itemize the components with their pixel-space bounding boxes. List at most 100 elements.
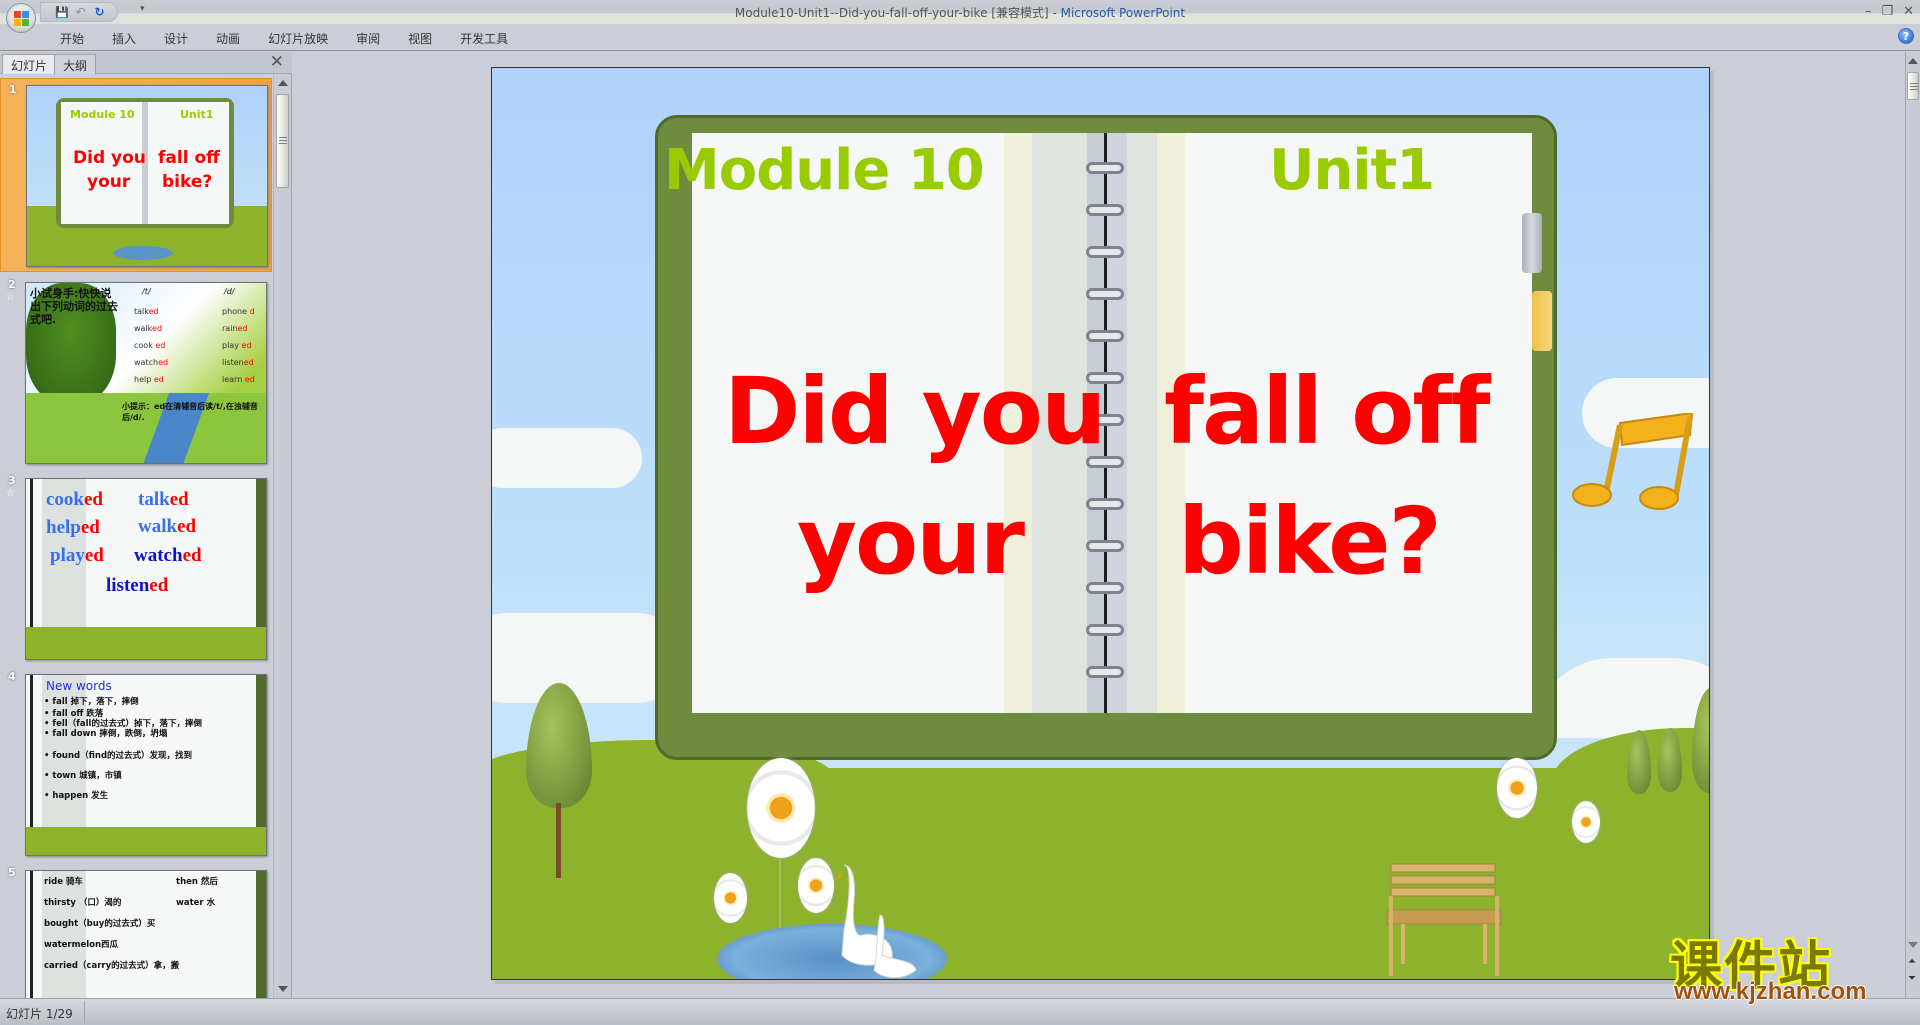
verb-item: walked (134, 320, 168, 337)
scroll-down-icon[interactable] (278, 986, 288, 992)
thumb-title-left-1: Did you (73, 148, 146, 168)
thumb-module: Module 10 (70, 108, 135, 121)
slide-preview: ride 骑车 thirsty （口）渴的 bought（buy的过去式）买 wate… (25, 870, 267, 998)
word-line: • fall 掉下，落下，摔倒 (44, 697, 139, 707)
ribbon-tabs: 开始 插入 设计 动画 幻灯片放映 审阅 视图 开发工具 (60, 30, 536, 47)
slide-thumbnail-5[interactable]: 5 ride 骑车 thirsty （口）渴的 bought（buy的过去式）买 wa… (0, 862, 272, 998)
verb-suffix: ed (158, 358, 169, 367)
slide-title-left-line2[interactable]: your (797, 488, 1025, 595)
col-t-header: /t/ (142, 287, 151, 296)
help-icon[interactable]: ? (1898, 28, 1914, 44)
verb-suffix: ed (153, 375, 164, 384)
verb-suffix: ed (84, 489, 103, 510)
flower-large (747, 758, 815, 858)
verb-word: helped (46, 517, 100, 539)
minimize-button[interactable]: – (1865, 4, 1872, 19)
word-line: bought（buy的过去式）买 (44, 919, 156, 929)
tab-outline[interactable]: 大纲 (54, 54, 97, 74)
spiral-ring (1086, 582, 1124, 594)
verb-item: rained (222, 320, 255, 337)
thumb-tip: 小提示：ed在清辅音后读/t/,在浊辅音后/d/. (122, 402, 258, 422)
verb-base: help (46, 517, 81, 538)
thumb-title-right-1: fall off (158, 148, 220, 168)
scroll-thumb[interactable] (276, 94, 289, 188)
flower (1572, 801, 1600, 843)
office-button[interactable] (6, 3, 36, 33)
tab-developer[interactable]: 开发工具 (460, 30, 508, 47)
verb-suffix: ed (237, 324, 248, 333)
slide-scrollbar[interactable]: ⏶ ⏷ (1905, 52, 1920, 998)
customize-toolbar-icon[interactable]: ▾ (140, 4, 145, 14)
cloud-left-low (492, 613, 682, 703)
slide-title-left-line1[interactable]: Did you (724, 358, 1106, 465)
slide-module-heading[interactable]: Module 10 (664, 138, 985, 203)
verb-item: play ed (222, 337, 255, 354)
spiral-ring (1086, 666, 1124, 678)
word-line: • happen 发生 (44, 791, 109, 801)
panel-tabs: 幻灯片 大纲 ✕ (0, 52, 292, 74)
verb-base: cook (46, 489, 84, 510)
scroll-up-icon[interactable] (1908, 58, 1918, 64)
close-panel-icon[interactable]: ✕ (270, 52, 284, 72)
flower (714, 873, 747, 923)
undo-icon[interactable]: ↶ (74, 5, 87, 19)
thumbnail-scrollbar[interactable] (273, 74, 291, 998)
spiral-ring (1086, 288, 1124, 300)
spiral-ring (1086, 162, 1124, 174)
verb-item: phone d (222, 303, 255, 320)
verb-base: listen (106, 575, 150, 596)
slide-indicator: 幻灯片 1/29 (6, 1007, 73, 1021)
verb-item: cook ed (134, 337, 168, 354)
tab-design[interactable]: 设计 (164, 30, 188, 47)
title-separator: - (1048, 6, 1061, 20)
slide-thumbnail-2[interactable]: 2 ☆ 小试身手:快快说出下列动词的过去式吧. /t/ /d/ talked wa… (0, 274, 272, 470)
grass (26, 627, 266, 659)
word-line: then 然后 (176, 877, 218, 887)
book-edge (256, 675, 266, 827)
verb-item: watched (134, 354, 168, 371)
spiral-spine (30, 871, 33, 998)
word-line: watermelon西瓜 (44, 940, 119, 950)
spiral-ring (1086, 498, 1124, 510)
tab-slides[interactable]: 幻灯片 (2, 54, 57, 74)
slide-thumbnail-1[interactable]: 1 Module 10 Unit1 Did you your fall off … (0, 78, 272, 272)
word-line: water 水 (176, 898, 216, 908)
book-tab-yellow (1532, 291, 1552, 351)
bench-icon (1386, 863, 1502, 976)
tab-view[interactable]: 视图 (408, 30, 432, 47)
slide-thumbnail-3[interactable]: 3 ☆ cooked talked helped walked played watche… (0, 470, 272, 666)
tab-insert[interactable]: 插入 (112, 30, 136, 47)
redo-icon[interactable]: ↻ (93, 5, 106, 19)
verb-base: watch (134, 545, 183, 566)
current-slide[interactable]: Module 10 Unit1 Did you your fall off bi… (491, 67, 1710, 980)
book-tab-gray (1522, 213, 1542, 273)
tab-review[interactable]: 审阅 (356, 30, 380, 47)
spiral-ring (1086, 540, 1124, 552)
pond (113, 246, 173, 260)
restore-button[interactable]: ❐ (1881, 4, 1893, 19)
scroll-up-icon[interactable] (278, 80, 288, 86)
slide-thumbnail-4[interactable]: 4 New words • fall 掉下，落下，摔倒 • fall off 跌落… (0, 666, 272, 862)
scroll-thumb[interactable] (1907, 72, 1919, 100)
tab-animations[interactable]: 动画 (216, 30, 240, 47)
tab-home[interactable]: 开始 (60, 30, 84, 47)
slide-unit-heading[interactable]: Unit1 (1269, 138, 1435, 203)
verb-item: talked (134, 303, 168, 320)
close-button[interactable]: ✕ (1903, 4, 1914, 19)
slide-title-right-line1[interactable]: fall off (1164, 358, 1490, 465)
slides-panel: 幻灯片 大纲 ✕ 1 Module 10 Unit1 Did you your … (0, 52, 292, 998)
verb-suffix: ed (148, 307, 159, 316)
tab-slideshow[interactable]: 幻灯片放映 (268, 30, 328, 47)
verb-suffix: ed (152, 324, 163, 333)
office-logo-yellow (14, 19, 21, 26)
verb-base: watch (134, 358, 159, 367)
office-logo-green (22, 19, 29, 26)
verb-base: talk (134, 307, 149, 316)
save-icon[interactable]: 💾 (55, 6, 69, 19)
verb-suffix: ed (177, 516, 197, 537)
word-line: ride 骑车 (44, 877, 83, 887)
verb-item: help ed (134, 371, 168, 388)
office-logo-blue (22, 11, 29, 18)
verb-suffix: d (249, 307, 255, 316)
slide-title-right-line2[interactable]: bike? (1178, 488, 1442, 595)
